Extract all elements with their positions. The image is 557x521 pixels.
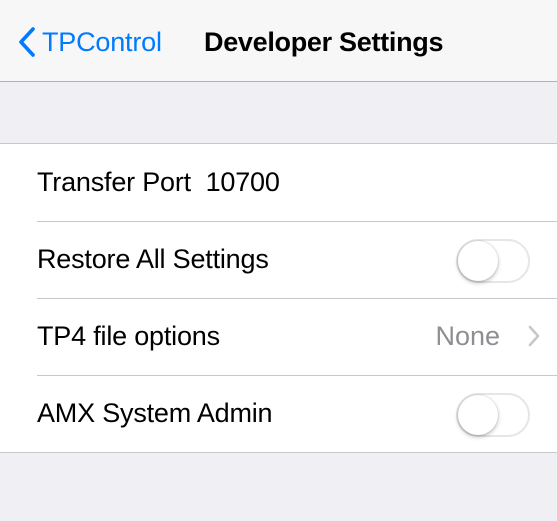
toggle-knob xyxy=(458,395,498,435)
restore-all-settings-toggle[interactable] xyxy=(456,239,530,283)
restore-all-settings-label: Restore All Settings xyxy=(37,244,269,274)
transfer-port-label: Transfer Port 10700 xyxy=(37,167,280,197)
section-spacer xyxy=(0,83,557,143)
back-button-label[interactable]: TPControl xyxy=(42,27,162,58)
amx-system-admin-label: AMX System Admin xyxy=(37,398,273,428)
transfer-port-row[interactable]: Transfer Port 10700 xyxy=(0,144,557,221)
page-title: Developer Settings xyxy=(204,26,444,57)
amx-system-admin-row: AMX System Admin xyxy=(0,375,557,452)
tp4-file-options-label: TP4 file options xyxy=(37,321,220,351)
chevron-right-icon xyxy=(528,325,540,347)
settings-table: Transfer Port 10700 Restore All Settings… xyxy=(0,143,557,453)
toggle-knob xyxy=(458,241,498,281)
tp4-file-options-value: None xyxy=(435,321,500,351)
back-button[interactable]: TPControl xyxy=(18,22,162,62)
tp4-file-options-row[interactable]: TP4 file options None xyxy=(0,298,557,375)
chevron-left-icon xyxy=(19,27,35,57)
navigation-bar: TPControl Developer Settings xyxy=(0,0,557,82)
transfer-port-value[interactable]: 10700 xyxy=(206,167,280,197)
amx-system-admin-toggle[interactable] xyxy=(456,393,530,437)
restore-all-settings-row: Restore All Settings xyxy=(0,221,557,298)
